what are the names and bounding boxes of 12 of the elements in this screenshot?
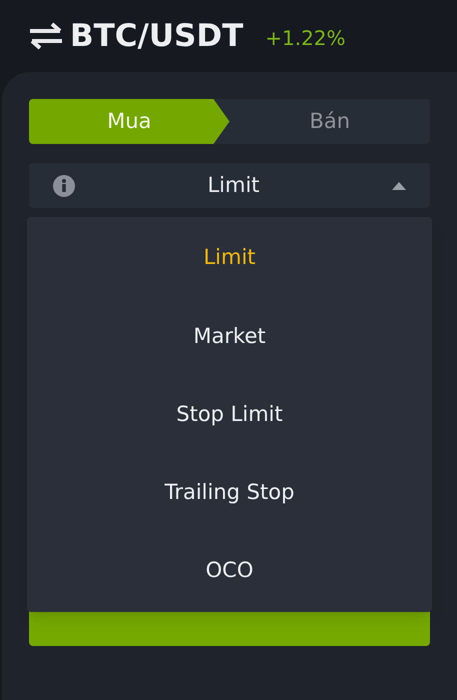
menu-item[interactable]: Market (193, 320, 266, 352)
menu-item[interactable]: Trailing Stop (164, 476, 294, 508)
pair-title[interactable]: BTC/USDT (70, 12, 244, 60)
menu-item[interactable]: Limit (203, 242, 256, 274)
price-change: +1.22% (265, 25, 346, 52)
menu-item[interactable]: Stop Limit (176, 398, 283, 430)
swap-icon[interactable] (28, 21, 64, 51)
tab[interactable]: Bán (230, 99, 430, 144)
caret-icon (392, 182, 406, 190)
menu-item[interactable]: OCO (206, 555, 254, 587)
order-type-select[interactable]: Limit (29, 163, 430, 208)
info-icon (53, 174, 75, 196)
